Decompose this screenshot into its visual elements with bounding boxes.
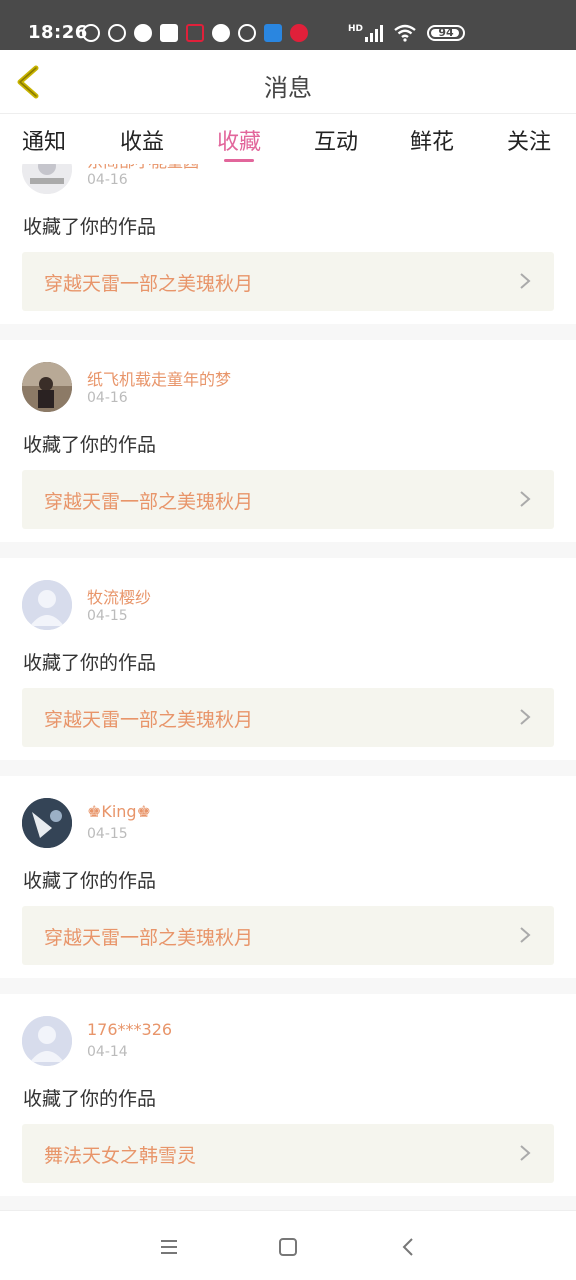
- date: 04-15: [87, 826, 128, 842]
- username[interactable]: 176***326: [87, 1020, 172, 1039]
- menu-icon[interactable]: [157, 1235, 181, 1259]
- username[interactable]: 纸飞机载走童年的梦: [87, 366, 231, 390]
- wechat-icon: [134, 24, 152, 42]
- default-avatar[interactable]: [22, 580, 72, 630]
- work-title: 舞法天女之韩雪灵: [44, 1145, 197, 1167]
- battery-level: 94: [438, 26, 454, 39]
- tab-following[interactable]: 关注: [507, 124, 551, 156]
- tab-notifications[interactable]: 通知: [22, 124, 66, 156]
- tab-favorites[interactable]: 收藏: [217, 124, 261, 156]
- list-item: 东简部小能量园 04-16 收藏了你的作品 穿越天雷一部之美瑰秋月: [0, 164, 576, 324]
- action-text: 收藏了你的作品: [23, 434, 157, 456]
- action-text: 收藏了你的作品: [23, 652, 157, 674]
- work-title: 穿越天雷一部之美瑰秋月: [44, 273, 254, 295]
- tab-earnings[interactable]: 收益: [120, 124, 164, 156]
- k-logo-icon: [82, 24, 100, 42]
- work-link[interactable]: 穿越天雷一部之美瑰秋月: [22, 906, 554, 965]
- status-time: 18:26: [28, 22, 88, 43]
- app-icon: [186, 24, 204, 42]
- tab-bar: 通知 收益 收藏 互动 鲜花 关注: [0, 114, 576, 164]
- system-icons: HD 94: [348, 24, 466, 42]
- home-square-icon[interactable]: [276, 1235, 300, 1259]
- action-text: 收藏了你的作品: [23, 1088, 157, 1110]
- default-avatar[interactable]: [22, 1016, 72, 1066]
- battery-icon: 94: [427, 25, 466, 41]
- work-title: 穿越天雷一部之美瑰秋月: [44, 491, 254, 513]
- date: 04-14: [87, 1044, 128, 1060]
- status-bar: 18:26 HD 94: [0, 0, 576, 50]
- signal-hd-label: HD: [348, 24, 364, 34]
- work-title: 穿越天雷一部之美瑰秋月: [44, 709, 254, 731]
- wifi-icon: [394, 24, 416, 42]
- list-item: ♚King♚ 04-15 收藏了你的作品 穿越天雷一部之美瑰秋月: [0, 776, 576, 978]
- work-link[interactable]: 穿越天雷一部之美瑰秋月: [22, 688, 554, 747]
- list-item: 牧流樱纱 04-15 收藏了你的作品 穿越天雷一部之美瑰秋月: [0, 558, 576, 760]
- chevron-right-icon: [520, 491, 531, 507]
- action-text: 收藏了你的作品: [23, 870, 157, 892]
- date: 04-16: [87, 172, 128, 188]
- chevron-right-icon: [520, 1145, 531, 1161]
- cloud-icon: [212, 24, 230, 42]
- chevron-right-icon: [520, 709, 531, 725]
- action-text: 收藏了你的作品: [23, 216, 157, 238]
- k-logo-icon: [238, 24, 256, 42]
- work-title: 穿越天雷一部之美瑰秋月: [44, 927, 254, 949]
- avatar[interactable]: [22, 164, 72, 194]
- username[interactable]: 东简部小能量园: [87, 164, 199, 172]
- chevron-right-icon: [520, 273, 531, 289]
- bolt-shield-icon: [108, 24, 126, 42]
- tab-flowers[interactable]: 鲜花: [410, 124, 454, 156]
- blue-app-icon: [264, 24, 282, 42]
- work-link[interactable]: 舞法天女之韩雪灵: [22, 1124, 554, 1183]
- tab-active-indicator: [224, 159, 254, 162]
- back-triangle-icon[interactable]: [397, 1235, 421, 1259]
- tab-interactions[interactable]: 互动: [314, 124, 358, 156]
- username[interactable]: ♚King♚: [87, 802, 151, 821]
- avatar[interactable]: [22, 362, 72, 412]
- avatar[interactable]: [22, 798, 72, 848]
- favorites-list[interactable]: 东简部小能量园 04-16 收藏了你的作品 穿越天雷一部之美瑰秋月 纸飞机载走童…: [0, 164, 576, 1210]
- signal-icon: HD: [348, 24, 384, 42]
- message-box-icon: [160, 24, 178, 42]
- username[interactable]: 牧流樱纱: [87, 584, 151, 608]
- header: 消息: [0, 50, 576, 114]
- date: 04-16: [87, 390, 128, 406]
- date: 04-15: [87, 608, 128, 624]
- work-link[interactable]: 穿越天雷一部之美瑰秋月: [22, 470, 554, 529]
- chevron-right-icon: [520, 927, 531, 943]
- page-title: 消息: [264, 74, 312, 102]
- work-link[interactable]: 穿越天雷一部之美瑰秋月: [22, 252, 554, 311]
- red-heart-app-icon: [290, 24, 308, 42]
- list-item: 176***326 04-14 收藏了你的作品 舞法天女之韩雪灵: [0, 994, 576, 1196]
- system-nav-bar: [0, 1210, 576, 1280]
- list-item: 纸飞机载走童年的梦 04-16 收藏了你的作品 穿越天雷一部之美瑰秋月: [0, 340, 576, 542]
- notification-icons: [82, 24, 308, 42]
